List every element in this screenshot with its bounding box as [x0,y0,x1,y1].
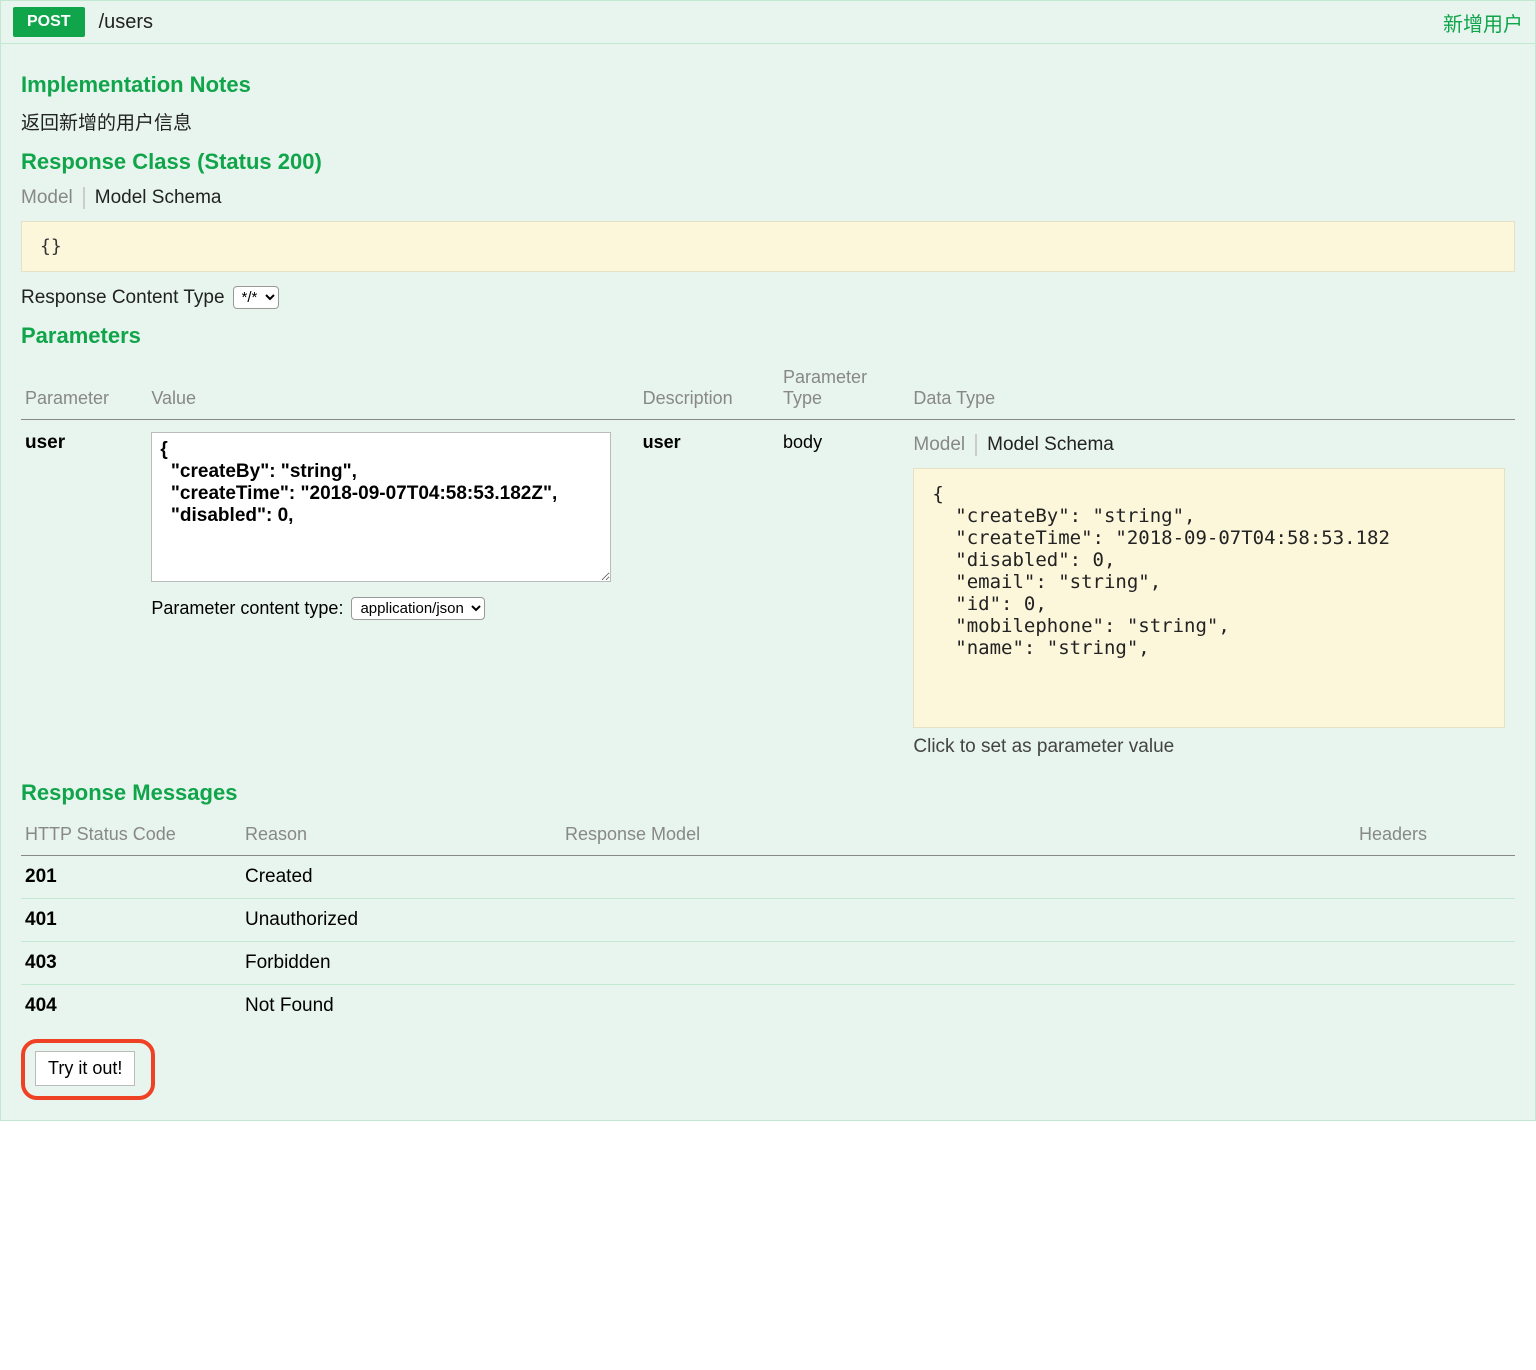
response-code: 201 [21,856,241,899]
operation-panel: POST /users 新增用户 Implementation Notes 返回… [0,0,1536,1121]
parameters-table: Parameter Value Description ParameterTyp… [21,359,1515,766]
parameters-title: Parameters [21,323,1515,349]
response-model [561,942,1355,985]
response-reason: Not Found [241,985,561,1028]
rm-header-reason: Reason [241,816,561,856]
datatype-tab-model-schema[interactable]: Model Schema [987,432,1124,458]
rm-header-headers: Headers [1355,816,1515,856]
response-schema-box[interactable]: {} [21,221,1515,272]
parameter-content-type-label: Parameter content type: [151,598,343,619]
parameter-name: user [21,420,151,767]
try-it-out-button[interactable]: Try it out! [35,1051,135,1086]
tab-model[interactable]: Model [21,185,83,211]
tab-separator [83,187,85,209]
tab-model-schema[interactable]: Model Schema [95,185,232,211]
response-message-row: 201Created [21,856,1515,899]
parameter-row: user Parameter content type: application… [21,420,1515,767]
parameter-value-cell: Parameter content type: application/json [151,420,642,767]
rm-header-code: HTTP Status Code [21,816,241,856]
response-reason: Unauthorized [241,899,561,942]
try-it-out-highlight: Try it out! [21,1039,155,1100]
param-header-name: Parameter [21,359,151,420]
response-code: 403 [21,942,241,985]
datatype-tabs: Model Model Schema [913,432,1505,458]
response-message-row: 403Forbidden [21,942,1515,985]
response-content-type-select[interactable]: */* [233,286,279,309]
parameter-content-type-row: Parameter content type: application/json [151,597,632,620]
response-headers [1355,899,1515,942]
http-method-badge: POST [13,7,85,37]
response-reason: Forbidden [241,942,561,985]
parameter-content-type-select[interactable]: application/json [351,597,485,620]
param-header-desc: Description [643,359,783,420]
response-class-tabs: Model Model Schema [21,185,1515,211]
click-to-set-hint: Click to set as parameter value [913,736,1505,758]
response-model [561,856,1355,899]
datatype-tab-model[interactable]: Model [913,432,975,458]
parameter-type: body [783,420,913,767]
response-messages-title: Response Messages [21,780,1515,806]
response-model [561,899,1355,942]
response-reason: Created [241,856,561,899]
response-model [561,985,1355,1028]
parameter-datatype-cell: Model Model Schema { "createBy": "string… [913,420,1515,767]
parameter-value-textarea[interactable] [151,432,611,582]
response-message-row: 401Unauthorized [21,899,1515,942]
response-headers [1355,985,1515,1028]
param-header-ptype: ParameterType [783,359,913,420]
response-code: 401 [21,899,241,942]
response-content-type-label: Response Content Type [21,287,225,309]
response-messages-table: HTTP Status Code Reason Response Model H… [21,816,1515,1027]
param-header-value: Value [151,359,642,420]
implementation-notes-text: 返回新增的用户信息 [21,108,1515,135]
response-content-type-row: Response Content Type */* [21,286,1515,309]
implementation-notes-title: Implementation Notes [21,72,1515,98]
datatype-schema-box[interactable]: { "createBy": "string", "createTime": "2… [913,468,1505,728]
response-class-title: Response Class (Status 200) [21,149,1515,175]
response-message-row: 404Not Found [21,985,1515,1028]
response-headers [1355,856,1515,899]
operation-content: Implementation Notes 返回新增的用户信息 Response … [1,44,1535,1120]
param-header-dtype: Data Type [913,359,1515,420]
parameter-description: user [643,420,783,767]
response-headers [1355,942,1515,985]
operation-summary: 新增用户 [1443,8,1523,37]
operation-heading[interactable]: POST /users 新增用户 [1,1,1535,44]
response-code: 404 [21,985,241,1028]
endpoint-path: /users [99,11,153,34]
rm-header-model: Response Model [561,816,1355,856]
tab-separator [975,434,977,456]
